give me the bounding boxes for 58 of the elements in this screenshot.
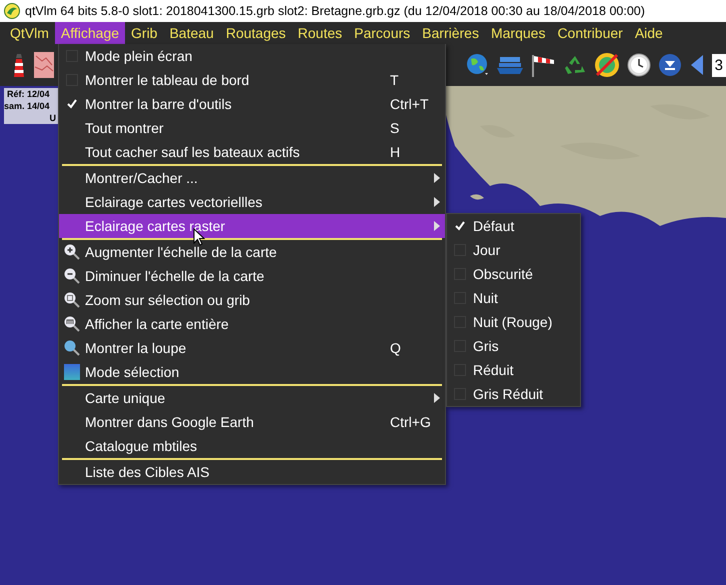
chart-pattern-icon[interactable]: [34, 52, 54, 78]
menu-item[interactable]: Augmenter l'échelle de la carte: [59, 240, 445, 264]
clock-icon[interactable]: [626, 53, 651, 77]
menu-item[interactable]: Eclairage cartes vectoriellles: [59, 190, 445, 214]
menu-item[interactable]: Afficher la carte entière: [59, 312, 445, 336]
zoom-selection-icon: [64, 292, 80, 308]
zoom-fit-icon: [64, 316, 80, 332]
menu-item[interactable]: Obscurité: [447, 262, 580, 286]
menu-item[interactable]: Gris: [447, 334, 580, 358]
app-logo-icon: [4, 3, 20, 19]
menu-bar-item[interactable]: Barrières: [416, 22, 485, 44]
menu-item[interactable]: Tout cacher sauf les bateaux actifs H: [59, 140, 445, 164]
menu-bar-item[interactable]: Marques: [484, 22, 552, 44]
menu-item[interactable]: Eclairage cartes raster: [59, 214, 445, 238]
menu-bar-item[interactable]: Parcours: [348, 22, 416, 44]
zoom-in-icon: [64, 244, 80, 260]
menu-item[interactable]: Nuit: [447, 286, 580, 310]
menu-item[interactable]: Montrer dans Google Earth Ctrl+G: [59, 410, 445, 434]
windsock-icon[interactable]: [530, 53, 556, 77]
menu-item[interactable]: Tout montrer S: [59, 116, 445, 140]
menu-bar-item[interactable]: Routages: [220, 22, 292, 44]
menu-item[interactable]: Montrer le tableau de bord T: [59, 68, 445, 92]
menu-bar-item[interactable]: QtVlm: [4, 22, 55, 44]
download-icon[interactable]: [658, 53, 682, 77]
menu-item[interactable]: Montrer la barre d'outils Ctrl+T: [59, 92, 445, 116]
triangle-left-icon[interactable]: [688, 54, 705, 76]
window-title: qtVlm 64 bits 5.8-0 slot1: 2018041300.15.grb slot2: Bretagne.grb.gz (du 12/04/2018 00:30 au 18/04/2018 00:00): [25, 4, 645, 18]
menu-bar-item[interactable]: Affichage: [54, 22, 126, 44]
menu-item[interactable]: Gris Réduit: [447, 382, 580, 406]
menu-item[interactable]: Mode sélection: [59, 360, 445, 384]
menu-bar-item[interactable]: Grib: [125, 22, 164, 44]
magnifier-icon: [64, 340, 80, 356]
menu-item[interactable]: Montrer/Cacher ...: [59, 166, 445, 190]
menu-item[interactable]: Jour: [447, 238, 580, 262]
menu-item[interactable]: Carte unique: [59, 386, 445, 410]
lighthouse-icon[interactable]: [12, 52, 26, 78]
menu-bar-item[interactable]: Bateau: [163, 22, 220, 44]
menu-item[interactable]: Liste des Cibles AIS: [59, 460, 445, 484]
selection-square-icon: [64, 364, 80, 380]
info-text: sam. 14/04: [4, 100, 50, 112]
ship-icon[interactable]: [496, 55, 523, 75]
crossed-globe-icon[interactable]: [594, 52, 620, 78]
menu-item[interactable]: Montrer la loupe Q: [59, 336, 445, 360]
menu-bar-item[interactable]: Routes: [292, 22, 348, 44]
menu-bar-item[interactable]: Aide: [628, 22, 669, 44]
menu-item[interactable]: Mode plein écran: [59, 44, 445, 68]
globe-icon[interactable]: [466, 53, 490, 77]
zoom-out-icon: [64, 268, 80, 284]
menu-item[interactable]: Diminuer l'échelle de la carte: [59, 264, 445, 288]
menu-item[interactable]: Catalogue mbtiles: [59, 434, 445, 458]
menu-item[interactable]: Défaut: [447, 214, 580, 238]
menu-item[interactable]: Nuit (Rouge): [447, 310, 580, 334]
info-text: U: [50, 112, 56, 124]
zoom-field[interactable]: 3: [712, 54, 726, 76]
menu-item[interactable]: Zoom sur sélection ou grib: [59, 288, 445, 312]
info-text: Réf: 12/04: [6, 88, 50, 100]
menu-item[interactable]: Réduit: [447, 358, 580, 382]
menu-bar-item[interactable]: Contribuer: [551, 22, 629, 44]
